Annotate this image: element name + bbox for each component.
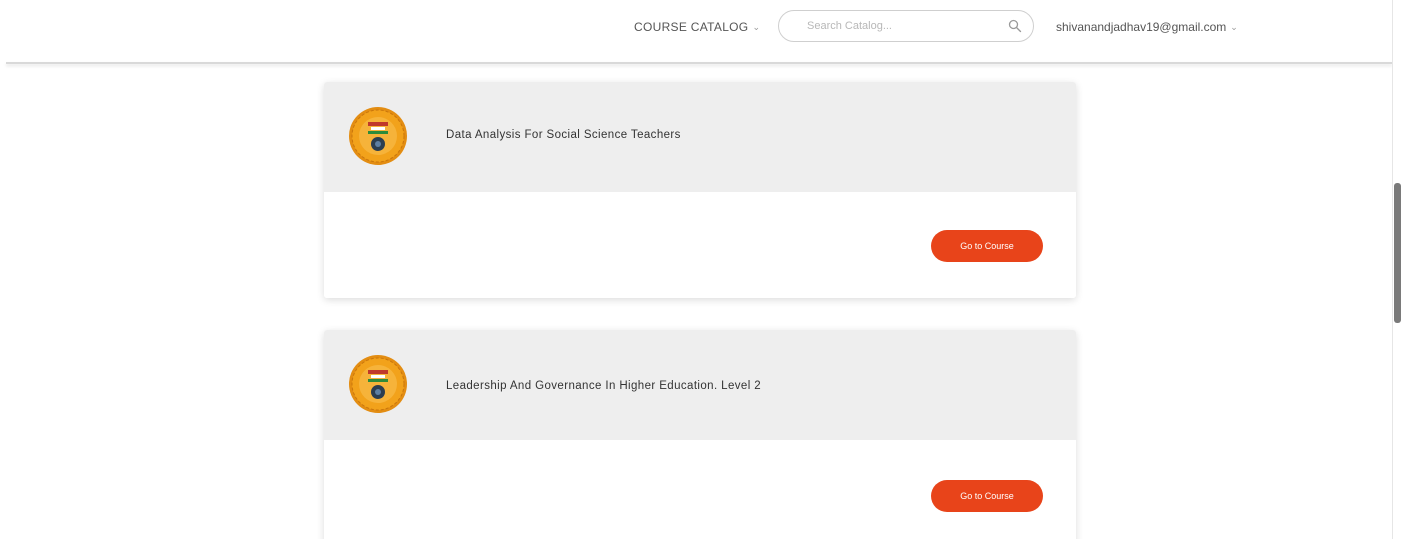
course-catalog-label: COURSE CATALOG <box>634 20 749 34</box>
chevron-down-icon: ⌄ <box>1230 21 1238 32</box>
page: COURSE CATALOG ⌄ shivanandjadhav19@gmail… <box>0 0 1407 539</box>
course-catalog-menu[interactable]: COURSE CATALOG ⌄ <box>634 17 760 37</box>
header-divider <box>6 62 1392 64</box>
course-card-body: Go to Course <box>324 440 1076 539</box>
course-card-header: Data Analysis For Social Science Teacher… <box>324 82 1076 192</box>
top-navigation-bar: COURSE CATALOG ⌄ shivanandjadhav19@gmail… <box>0 0 1392 62</box>
user-account-menu[interactable]: shivanandjadhav19@gmail.com ⌄ <box>1056 17 1238 37</box>
course-card: Leadership And Governance In Higher Educ… <box>324 330 1076 539</box>
go-to-course-button[interactable]: Go to Course <box>931 480 1043 512</box>
course-title[interactable]: Leadership And Governance In Higher Educ… <box>446 380 761 392</box>
course-card: Data Analysis For Social Science Teacher… <box>324 82 1076 298</box>
search-box <box>778 10 1034 42</box>
university-emblem-icon <box>349 355 407 413</box>
search-icon[interactable] <box>1007 18 1023 34</box>
search-input[interactable] <box>805 19 1007 33</box>
chevron-down-icon: ⌄ <box>752 21 761 32</box>
course-card-body: Go to Course <box>324 192 1076 298</box>
scrollbar-thumb[interactable] <box>1394 183 1401 323</box>
course-card-header: Leadership And Governance In Higher Educ… <box>324 330 1076 440</box>
university-emblem-icon <box>349 107 407 165</box>
user-email: shivanandjadhav19@gmail.com <box>1056 20 1227 34</box>
go-to-course-button[interactable]: Go to Course <box>931 230 1043 262</box>
course-title[interactable]: Data Analysis For Social Science Teacher… <box>446 129 681 141</box>
